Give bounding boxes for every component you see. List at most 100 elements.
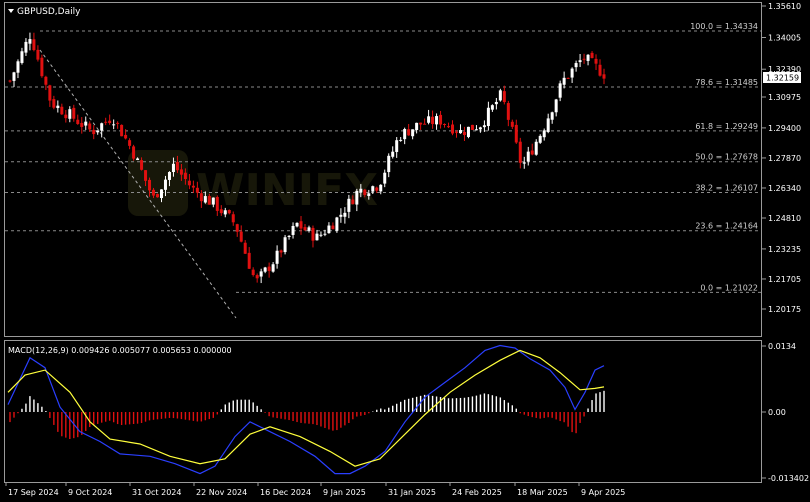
fib-level-label: 0.0 = 1.21022 xyxy=(700,283,758,292)
time-tick-label: 18 Mar 2025 xyxy=(517,488,568,497)
candle-body xyxy=(550,112,554,120)
candle-body xyxy=(506,103,510,120)
candle-body xyxy=(598,64,602,76)
price-tick-label: 1.24810 xyxy=(768,214,801,223)
candle-body xyxy=(335,217,339,231)
candle-body xyxy=(271,264,275,272)
candle-body xyxy=(199,193,203,202)
fib-level-label: 50.0 = 1.27678 xyxy=(695,153,758,162)
candle-body xyxy=(530,150,534,155)
candle-body xyxy=(68,109,72,119)
candle-body xyxy=(542,130,546,138)
candle-body xyxy=(279,250,283,253)
time-tick-label: 9 Apr 2025 xyxy=(581,488,625,497)
macd-tick-label: 0.00 xyxy=(768,408,786,417)
fib-level-label: 61.8 = 1.29249 xyxy=(695,122,758,131)
macd-tick-label: -0.013402 xyxy=(768,474,809,483)
candle-body xyxy=(287,235,291,237)
candle-body xyxy=(391,151,395,157)
candle-body xyxy=(458,130,462,134)
candle-body xyxy=(538,135,542,143)
candle-body xyxy=(343,212,347,217)
candle-body xyxy=(187,180,191,186)
time-tick-label: 16 Dec 2024 xyxy=(260,488,311,497)
candle-body xyxy=(255,275,259,279)
candle-body xyxy=(259,271,263,277)
candle-body xyxy=(120,124,124,137)
candle-body xyxy=(132,146,136,159)
candle-body xyxy=(546,118,550,132)
candle-body xyxy=(283,237,287,253)
candle-body xyxy=(84,121,88,126)
candle-body xyxy=(407,129,411,136)
candle-body xyxy=(52,99,56,108)
candle-body xyxy=(203,196,207,203)
candle-body xyxy=(490,105,494,110)
candle-body xyxy=(470,124,474,130)
candle-body xyxy=(191,185,195,188)
candle-body xyxy=(48,85,52,101)
candle-body xyxy=(156,194,160,198)
candle-body xyxy=(411,129,415,137)
candle-body xyxy=(562,77,566,85)
candle-body xyxy=(554,99,558,113)
price-tick-label: 1.27870 xyxy=(768,154,801,163)
candle-body xyxy=(375,187,379,191)
price-tick-label: 1.26340 xyxy=(768,184,801,193)
chart-background xyxy=(0,0,810,502)
fib-level-label: 78.6 = 1.31485 xyxy=(695,78,758,87)
candle-body xyxy=(159,189,163,199)
price-tick-label: 1.34005 xyxy=(768,34,801,43)
candle-body xyxy=(399,139,403,141)
candle-body xyxy=(124,134,128,139)
candle-body xyxy=(28,39,32,44)
candle-body xyxy=(299,221,303,229)
macd-label: MACD(12,26,9) 0.009426 0.005077 0.005653… xyxy=(8,346,232,355)
candle-body xyxy=(20,51,24,63)
candle-body xyxy=(351,199,355,205)
candle-body xyxy=(116,122,120,124)
price-tick-label: 1.20175 xyxy=(768,305,801,314)
candle-body xyxy=(482,125,486,128)
candle-body xyxy=(379,184,383,192)
candle-body xyxy=(454,131,458,133)
candle-body xyxy=(431,116,435,125)
candle-body xyxy=(387,155,391,173)
candle-body xyxy=(594,58,598,64)
candle-body xyxy=(56,105,60,109)
candle-body xyxy=(179,169,183,175)
time-tick-label: 24 Feb 2025 xyxy=(452,488,502,497)
candle-body xyxy=(486,107,490,127)
candle-body xyxy=(466,126,470,137)
candle-body xyxy=(32,39,36,51)
candle-body xyxy=(502,91,506,103)
candle-body xyxy=(383,172,387,184)
macd-tick-label: 0.0134 xyxy=(768,342,796,351)
candle-body xyxy=(518,141,522,163)
candle-body xyxy=(494,101,498,105)
candle-body xyxy=(148,179,152,191)
candle-body xyxy=(566,77,570,79)
candle-body xyxy=(602,74,606,79)
chart-root: WINIFX 100.0 = 1.34334 78.6 = 1.31485 61.8… xyxy=(0,0,810,502)
candle-body xyxy=(327,225,331,234)
candle-body xyxy=(295,222,299,227)
current-price-label: 1.32159 xyxy=(766,74,799,83)
fib-level-label: 38.2 = 1.26107 xyxy=(695,184,758,193)
price-tick-label: 1.21705 xyxy=(768,275,801,284)
candle-body xyxy=(427,116,431,123)
candle-body xyxy=(183,172,187,180)
candle-body xyxy=(80,122,84,127)
candle-body xyxy=(574,63,578,68)
candle-body xyxy=(323,233,327,235)
candle-body xyxy=(419,122,423,125)
candle-body xyxy=(447,126,451,128)
candle-body xyxy=(44,76,48,85)
candle-body xyxy=(522,162,526,164)
svg-text:WINIFX: WINIFX xyxy=(196,165,378,216)
candle-body xyxy=(64,114,68,119)
candle-body xyxy=(319,234,323,236)
time-tick-label: 22 Nov 2024 xyxy=(196,488,247,497)
candle-body xyxy=(108,120,112,124)
candle-body xyxy=(152,189,156,196)
